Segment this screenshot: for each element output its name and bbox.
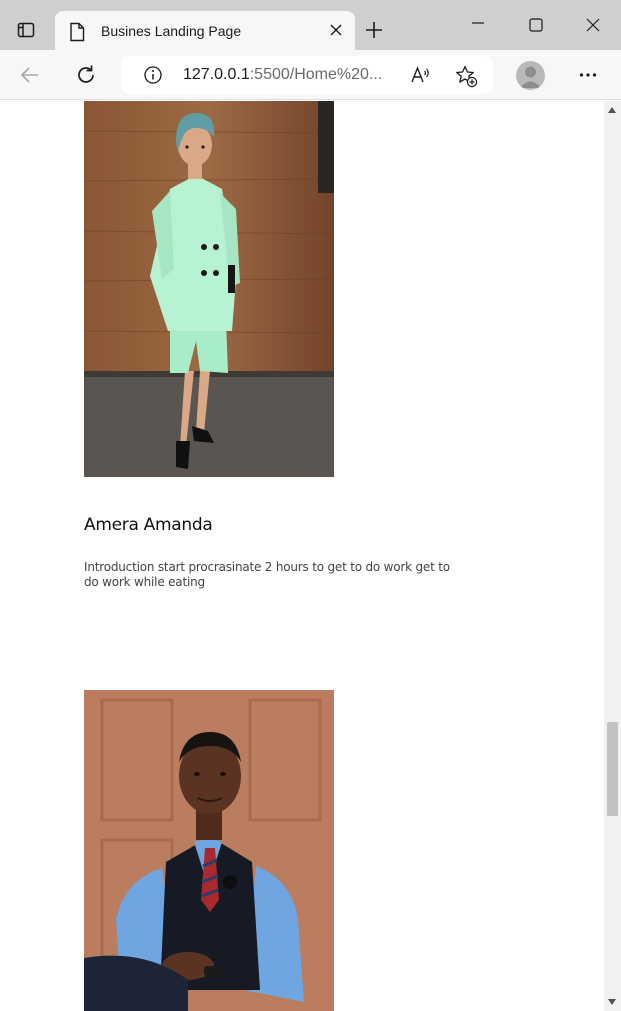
avatar-icon [520, 66, 541, 88]
address-bar[interactable]: 127.0.0.1:5500/Home%20... [121, 56, 493, 94]
tab-actions-button[interactable] [10, 16, 42, 44]
profile-photo-man [84, 690, 334, 1011]
browser-titlebar: Busines Landing Page [0, 0, 621, 51]
info-icon[interactable] [143, 65, 163, 85]
url-path: :5500/Home%20... [249, 66, 383, 83]
minimize-icon[interactable] [470, 15, 486, 31]
back-arrow-icon[interactable] [19, 64, 41, 86]
page-icon [70, 22, 85, 42]
profile-photo-woman [84, 101, 334, 477]
ellipsis-icon[interactable] [578, 65, 598, 85]
refresh-icon[interactable] [74, 63, 98, 87]
scroll-down-arrow-icon[interactable] [608, 999, 616, 1005]
read-aloud-icon[interactable] [409, 64, 431, 86]
url-host: 127.0.0.1 [183, 66, 250, 83]
scroll-thumb[interactable] [607, 722, 618, 816]
avatar[interactable] [516, 61, 545, 90]
close-icon[interactable] [329, 23, 343, 37]
page-viewport: Amera Amanda Introduction start procrasi… [0, 101, 621, 1011]
profile-name: Amera Amanda [84, 515, 213, 535]
browser-tab[interactable]: Busines Landing Page [55, 11, 355, 51]
scroll-up-arrow-icon[interactable] [608, 107, 616, 113]
tab-title: Busines Landing Page [101, 23, 242, 39]
plus-icon[interactable] [364, 20, 384, 40]
url-text: 127.0.0.1:5500/Home%20... [183, 66, 382, 84]
maximize-icon[interactable] [528, 17, 544, 33]
close-icon[interactable] [585, 17, 601, 33]
tab-actions-icon [17, 22, 35, 38]
page-scrollbar[interactable] [604, 101, 621, 1011]
star-add-icon[interactable] [454, 64, 478, 88]
profile-intro: Introduction start procrasinate 2 hours … [84, 560, 450, 589]
browser-toolbar: 127.0.0.1:5500/Home%20... [0, 50, 621, 100]
